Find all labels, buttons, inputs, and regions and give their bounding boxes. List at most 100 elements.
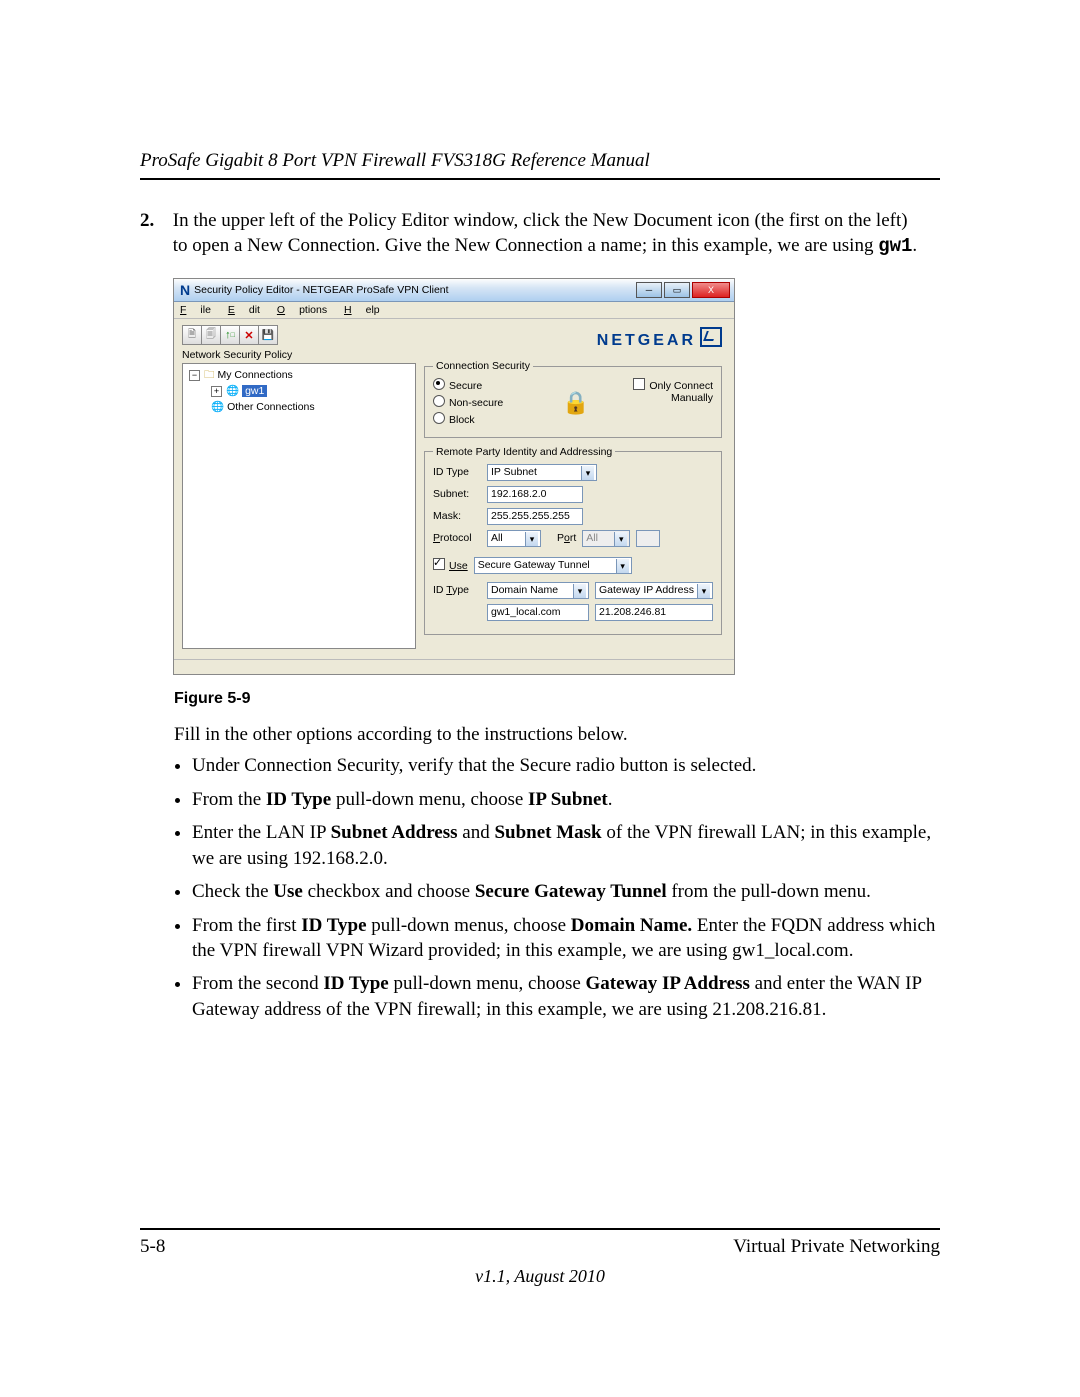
toolbar-save-button[interactable]: 💾 — [258, 325, 278, 345]
gateway-select-value: Gateway IP Address — [599, 584, 694, 596]
use-select[interactable]: Secure Gateway Tunnel — [474, 557, 632, 574]
folder-icon: 🗀 — [204, 369, 215, 381]
menu-help[interactable]: Help — [344, 304, 380, 316]
radio-icon — [433, 378, 445, 390]
tree-root-label: My Connections — [218, 369, 293, 381]
gateway-ip-input[interactable] — [595, 604, 713, 621]
menu-options[interactable]: Options — [277, 304, 327, 316]
protocol-select[interactable]: All — [487, 530, 541, 547]
checkbox-icon — [633, 378, 645, 390]
checkbox-only-connect[interactable]: Only Connect Manually — [633, 380, 713, 404]
radio-secure[interactable]: Secure — [433, 378, 556, 395]
radio-nonsecure-label: Non-secure — [449, 397, 503, 409]
connection-security-group: Connection Security Secure Non-secure Bl… — [424, 360, 722, 437]
step-text-1: In the upper left of the Policy Editor w… — [173, 210, 908, 256]
footer-page-number: 5-8 — [140, 1236, 165, 1258]
radio-secure-label: Secure — [449, 380, 482, 392]
header-rule — [140, 178, 940, 180]
use-checkbox[interactable]: Use — [433, 558, 468, 572]
checkbox-icon — [433, 558, 445, 570]
policy-tree[interactable]: −🗀My Connections +🌐gw1 🌐Other Connection… — [182, 363, 416, 649]
bullet-item: Enter the LAN IP Subnet Address and Subn… — [192, 820, 940, 871]
use-value: Secure Gateway Tunnel — [478, 559, 590, 571]
page-footer: 5-8 Virtual Private Networking v1.1, Aug… — [140, 1228, 940, 1287]
lock-icon: 🔒 — [562, 390, 589, 415]
radio-icon — [433, 412, 445, 424]
subnet-label: Subnet: — [433, 488, 481, 500]
radio-block[interactable]: Block — [433, 412, 556, 429]
id-type-label: ID Type — [433, 466, 481, 478]
only-connect-label: Only Connect Manually — [649, 380, 713, 404]
footer-section-title: Virtual Private Networking — [733, 1236, 940, 1258]
connection-security-legend: Connection Security — [433, 360, 533, 372]
status-bar — [174, 659, 734, 674]
window-title: Security Policy Editor - NETGEAR ProSafe… — [194, 284, 634, 296]
id-type2-select[interactable]: Domain Name — [487, 582, 589, 599]
menu-bar: File Edit Options Help — [174, 302, 734, 319]
menu-file[interactable]: File — [180, 304, 211, 316]
bullet-text: Under Connection Security, verify that t… — [192, 755, 756, 776]
bullet-item: From the first ID Type pull-down menus, … — [192, 913, 940, 964]
right-pane: NETGEAR Connection Security Secure Non-s… — [420, 319, 734, 659]
port-label: Port — [557, 532, 576, 544]
toolbar-up-button[interactable]: ↑□ — [220, 325, 240, 345]
numbered-step: 2. In the upper left of the Policy Edito… — [140, 208, 940, 259]
bullet-item: Under Connection Security, verify that t… — [192, 753, 940, 778]
step-text-2: . — [912, 235, 917, 256]
radio-nonsecure[interactable]: Non-secure — [433, 395, 556, 412]
window-minimize-button[interactable]: ─ — [636, 282, 662, 298]
menu-edit[interactable]: Edit — [228, 304, 260, 316]
bullet-item: From the second ID Type pull-down menu, … — [192, 971, 940, 1022]
tree-other-label: Other Connections — [227, 401, 315, 413]
tree-root[interactable]: −🗀My Connections — [189, 368, 409, 384]
port-value: All — [586, 532, 598, 544]
globe-icon: 🌐 — [226, 385, 239, 397]
left-pane: 🗎 🗐 ↑□ ✕ 💾 Network Security Policy −🗀My … — [174, 319, 420, 659]
id-type-select[interactable]: IP Subnet — [487, 464, 597, 481]
tree-selected-label: gw1 — [242, 385, 267, 397]
app-logo-n: N — [180, 282, 190, 298]
document-page: ProSafe Gigabit 8 Port VPN Firewall FVS3… — [0, 0, 1080, 1397]
step-number: 2. — [140, 208, 168, 233]
id-type2-label: ID Type — [433, 584, 481, 596]
window-close-button[interactable]: X — [692, 282, 730, 298]
tree-item-other[interactable]: 🌐Other Connections — [189, 400, 409, 416]
globe-red-icon: 🌐 — [211, 401, 224, 413]
mask-label: Mask: — [433, 510, 481, 522]
radio-icon — [433, 395, 445, 407]
domain-name-input[interactable] — [487, 604, 589, 621]
remote-party-group: Remote Party Identity and Addressing ID … — [424, 446, 722, 635]
protocol-value: All — [491, 532, 503, 544]
bullet-item: Check the Use checkbox and choose Secure… — [192, 879, 940, 904]
gateway-select[interactable]: Gateway IP Address — [595, 582, 713, 599]
toolbar-delete-button[interactable]: ✕ — [239, 325, 259, 345]
tree-heading: Network Security Policy — [182, 349, 416, 361]
followup-paragraph: Fill in the other options according to t… — [174, 722, 940, 747]
bullet-list: Under Connection Security, verify that t… — [140, 753, 940, 1022]
port-select[interactable]: All — [582, 530, 630, 547]
toolbar-copy-button[interactable]: 🗐 — [201, 325, 221, 345]
footer-version: v1.1, August 2010 — [140, 1266, 940, 1287]
step-text-bold: gw1 — [878, 235, 912, 257]
id-type2-value: Domain Name — [491, 584, 558, 596]
radio-block-label: Block — [449, 414, 475, 426]
window-maximize-button[interactable]: ▭ — [664, 282, 690, 298]
use-label: Use — [449, 560, 468, 572]
step-body: In the upper left of the Policy Editor w… — [173, 208, 925, 259]
bullet-item: From the ID Type pull-down menu, choose … — [192, 787, 940, 812]
remote-party-legend: Remote Party Identity and Addressing — [433, 446, 615, 458]
screenshot-window: N Security Policy Editor - NETGEAR ProSa… — [174, 279, 734, 674]
tree-collapse-icon[interactable]: − — [189, 370, 200, 381]
port-number-input — [636, 530, 660, 547]
toolbar-new-button[interactable]: 🗎 — [182, 325, 202, 345]
document-header-title: ProSafe Gigabit 8 Port VPN Firewall FVS3… — [140, 150, 940, 172]
protocol-label: Protocol — [433, 532, 481, 544]
brand-mark-icon — [700, 327, 722, 347]
id-type-value: IP Subnet — [491, 466, 537, 478]
tree-expand-icon[interactable]: + — [211, 386, 222, 397]
window-titlebar: N Security Policy Editor - NETGEAR ProSa… — [174, 279, 734, 302]
brand-text: NETGEAR — [597, 332, 696, 349]
subnet-input[interactable] — [487, 486, 583, 503]
mask-input[interactable] — [487, 508, 583, 525]
tree-item-gw1[interactable]: + 🌐gw1 — [189, 384, 409, 400]
